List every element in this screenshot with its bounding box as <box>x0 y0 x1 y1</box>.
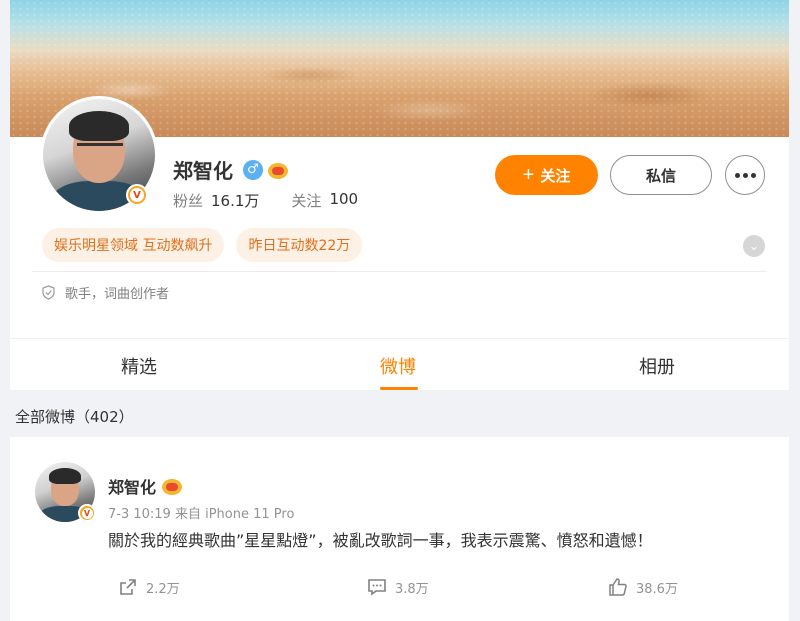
profile-tags: 娱乐明星领域 互动数飙升 昨日互动数22万 <box>42 228 363 262</box>
post-actions: 2.2万 3.8万 38.6万 <box>10 573 789 603</box>
divider <box>32 271 767 272</box>
tag-interactions[interactable]: 昨日互动数22万 <box>236 228 363 262</box>
weibo-post: V 郑智化 7-3 10:19 来自 iPhone 11 Pro 關於我的經典歌… <box>10 437 789 621</box>
like-button[interactable]: 38.6万 <box>608 577 678 597</box>
comment-icon <box>368 579 386 596</box>
post-author[interactable]: 郑智化 <box>108 474 156 498</box>
profile-tabs: 精选 微博 相册 <box>10 338 789 390</box>
post-meta[interactable]: 7-3 10:19 来自 iPhone 11 Pro <box>108 503 294 522</box>
profile-avatar[interactable]: V <box>40 96 158 214</box>
follow-label: 关注 <box>540 167 571 185</box>
comment-button[interactable]: 3.8万 <box>367 577 429 597</box>
tab-album[interactable]: 相册 <box>639 353 675 379</box>
tag-trending[interactable]: 娱乐明星领域 互动数飙升 <box>42 228 225 262</box>
following-label: 关注 <box>291 192 322 210</box>
more-dots-icon <box>734 172 740 178</box>
post-text: 關於我的經典歌曲”星星點燈”，被亂改歌詞一事，我表示震驚、憤怒和遺憾！ <box>108 531 653 550</box>
profile-stats: 粉丝 16.1万 关注 100 <box>173 190 358 211</box>
following-count[interactable]: 100 <box>329 190 358 211</box>
profile-card: V 郑智化 ♂ 粉丝 16.1万 关注 100 + 关注 私信 娱乐明星领域 互… <box>10 0 789 390</box>
shield-icon <box>42 285 55 300</box>
repost-icon <box>120 579 136 595</box>
thumbs-up-icon <box>609 578 627 596</box>
tab-weibo[interactable]: 微博 <box>380 353 416 379</box>
fans-count[interactable]: 16.1万 <box>211 190 259 211</box>
message-button[interactable]: 私信 <box>610 155 712 195</box>
chevron-down-icon[interactable]: ⌄ <box>743 235 765 257</box>
verified-badge-icon: V <box>78 504 96 522</box>
profile-name: 郑智化 <box>173 159 233 183</box>
male-icon: ♂ <box>243 159 263 180</box>
bio-text: 歌手，词曲创作者 <box>65 287 170 302</box>
verified-badge-icon: V <box>126 184 148 206</box>
repost-button[interactable]: 2.2万 <box>118 577 180 597</box>
fans-label: 粉丝 <box>173 192 204 210</box>
all-weibo-count: 全部微博（402） <box>15 408 134 426</box>
like-count: 38.6万 <box>636 581 678 597</box>
comment-count: 3.8万 <box>395 581 429 597</box>
tab-featured[interactable]: 精选 <box>121 353 157 379</box>
repost-count: 2.2万 <box>146 581 180 597</box>
profile-bio: 歌手，词曲创作者 <box>42 283 169 302</box>
post-author-row: 郑智化 <box>108 474 183 498</box>
plus-icon: + <box>522 164 535 186</box>
more-options-button[interactable] <box>725 155 765 195</box>
follow-button[interactable]: + 关注 <box>495 155 598 195</box>
vip-crown-icon[interactable] <box>162 477 183 495</box>
active-tab-indicator <box>380 387 418 390</box>
vip-crown-icon[interactable] <box>268 161 288 179</box>
